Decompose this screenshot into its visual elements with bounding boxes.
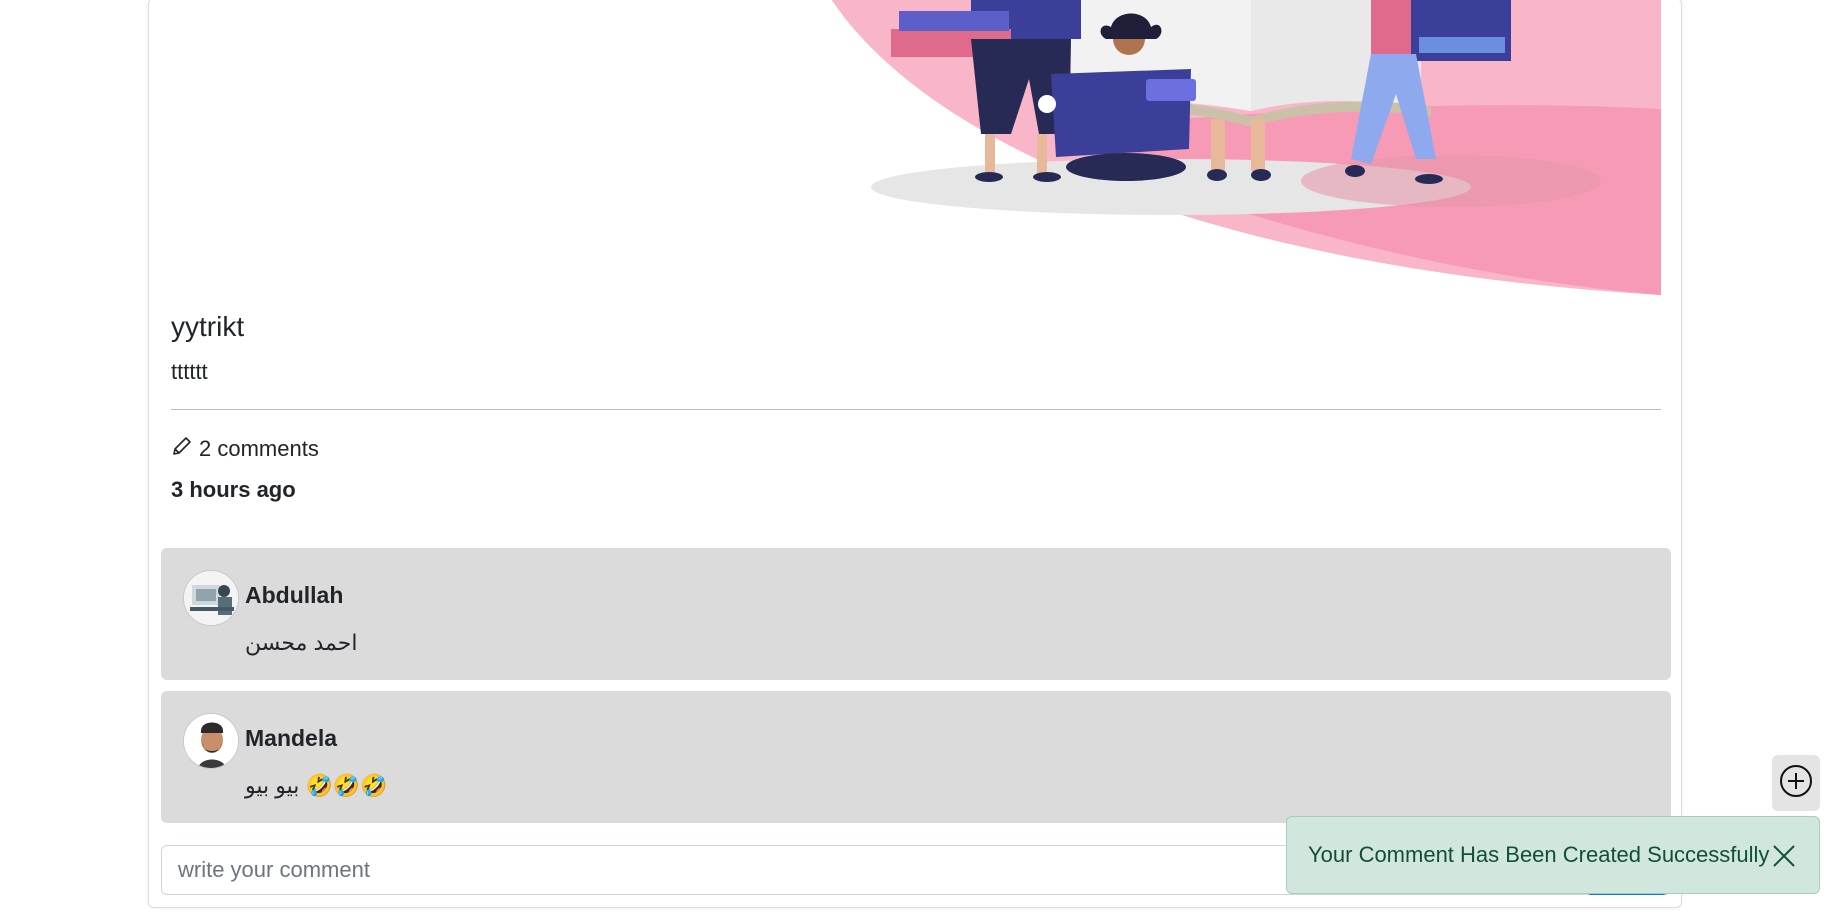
toast-message: Your Comment Has Been Created Successful… xyxy=(1308,842,1770,867)
comment-text: احمد محسن xyxy=(245,630,358,655)
post-card: yytrikt tttttt 2 comments 3 hours ago Ab… xyxy=(148,0,1682,908)
divider xyxy=(171,409,1661,410)
post-illustration xyxy=(171,0,1661,295)
avatar xyxy=(183,570,239,626)
comment-text: بيو بيو 🤣🤣🤣 xyxy=(245,773,388,798)
pencil-icon xyxy=(171,435,193,463)
comment-author: Mandela xyxy=(245,725,338,751)
comments-count[interactable]: 2 comments xyxy=(171,435,319,463)
post-title: yytrikt xyxy=(171,311,245,342)
success-toast: Your Comment Has Been Created Successful… xyxy=(1286,816,1820,894)
post-timestamp: 3 hours ago xyxy=(171,477,296,502)
add-post-button[interactable] xyxy=(1772,755,1820,811)
comment-author: Abdullah xyxy=(245,582,344,608)
comment-item: Mandela بيو بيو 🤣🤣🤣 xyxy=(161,691,1671,823)
avatar xyxy=(183,713,239,769)
plus-circle-icon xyxy=(1779,764,1813,803)
close-icon[interactable] xyxy=(1771,843,1797,869)
comments-count-label: 2 comments xyxy=(199,436,319,461)
post-body: tttttt xyxy=(171,359,208,384)
comment-item: Abdullah احمد محسن xyxy=(161,548,1671,680)
